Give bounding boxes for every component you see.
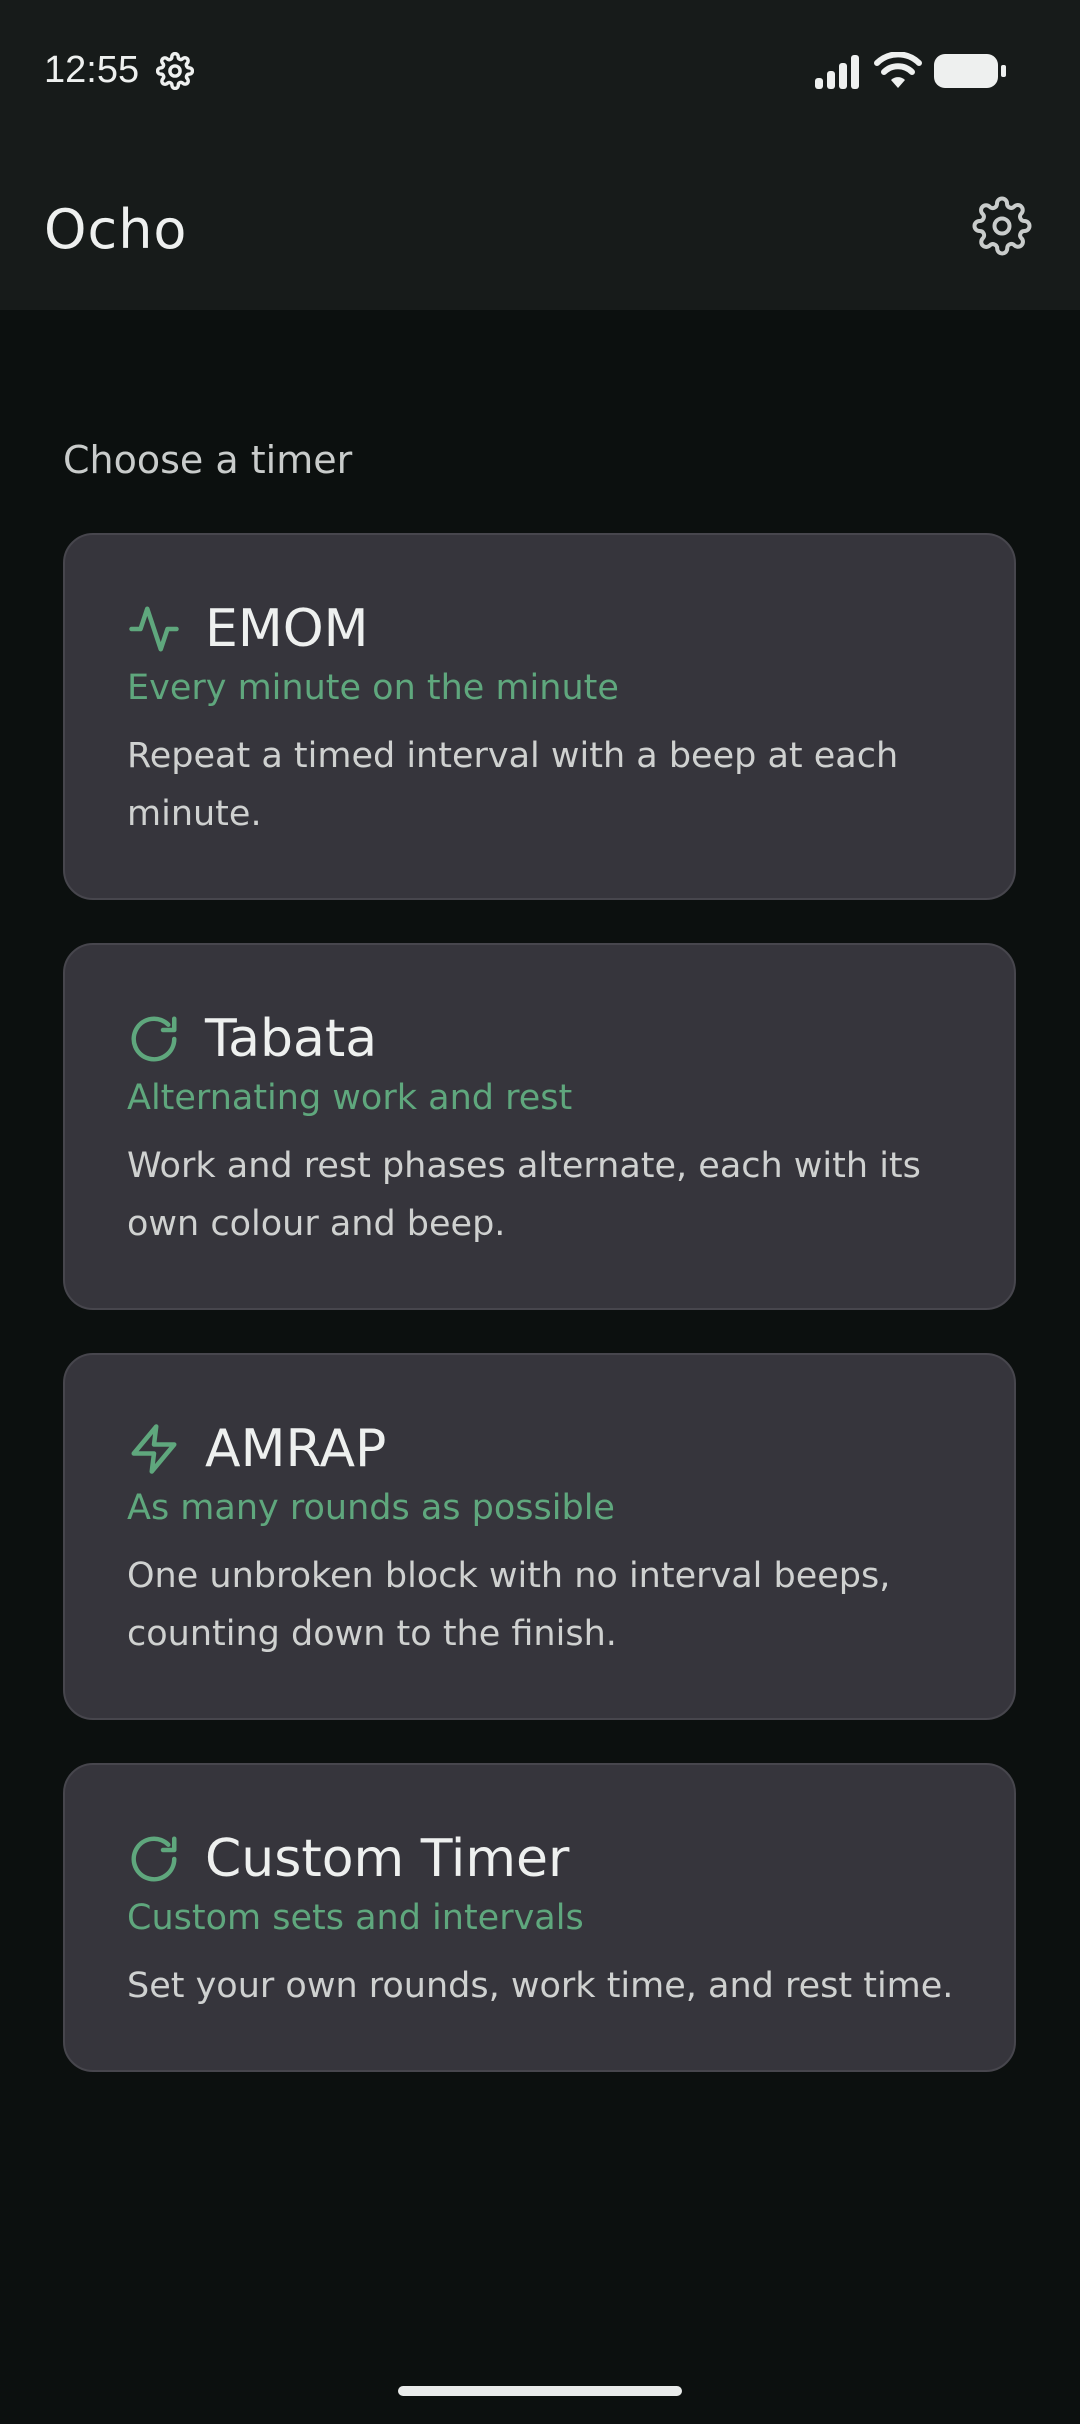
card-title: EMOM	[205, 599, 369, 659]
card-header: EMOM	[127, 599, 369, 659]
battery-icon	[934, 54, 1008, 88]
card-subtitle: Alternating work and rest	[127, 1078, 573, 1118]
settings-button[interactable]	[966, 192, 1038, 264]
card-subtitle: Custom sets and intervals	[127, 1898, 584, 1938]
activity-pulse-icon	[127, 602, 181, 656]
timer-card-custom[interactable]: Custom Timer Custom sets and intervals S…	[63, 1763, 1016, 2072]
card-title: Custom Timer	[205, 1829, 570, 1889]
timer-card-tabata[interactable]: Tabata Alternating work and rest Work an…	[63, 943, 1016, 1310]
signal-icon	[814, 54, 862, 90]
gear-icon	[155, 51, 195, 91]
status-bar: 12:55	[0, 0, 1080, 140]
refresh-icon	[127, 1012, 181, 1066]
card-header: AMRAP	[127, 1419, 386, 1479]
card-description: Set your own rounds, work time, and rest…	[127, 1966, 954, 2006]
card-title: AMRAP	[205, 1419, 387, 1479]
card-description: One unbroken block with no interval beep…	[127, 1556, 891, 1654]
gear-icon	[972, 196, 1032, 261]
card-description: Repeat a timed interval with a beep at e…	[127, 736, 899, 834]
status-time: 12:55	[44, 49, 140, 91]
card-title: Tabata	[205, 1009, 378, 1069]
section-label: Choose a timer	[63, 438, 353, 482]
app-title: Ocho	[44, 198, 188, 261]
refresh-icon	[127, 1832, 181, 1886]
card-description: Work and rest phases alternate, each wit…	[127, 1146, 921, 1244]
wifi-icon	[874, 51, 922, 90]
card-header: Custom Timer	[127, 1829, 569, 1889]
card-subtitle: As many rounds as possible	[127, 1488, 615, 1528]
lightning-bolt-icon	[127, 1422, 181, 1476]
card-header: Tabata	[127, 1009, 377, 1069]
timer-card-emom[interactable]: EMOM Every minute on the minute Repeat a…	[63, 533, 1016, 900]
app-bar: Ocho	[0, 140, 1080, 310]
home-indicator[interactable]	[398, 2386, 682, 2396]
card-subtitle: Every minute on the minute	[127, 668, 619, 708]
timer-card-amrap[interactable]: AMRAP As many rounds as possible One unb…	[63, 1353, 1016, 1720]
